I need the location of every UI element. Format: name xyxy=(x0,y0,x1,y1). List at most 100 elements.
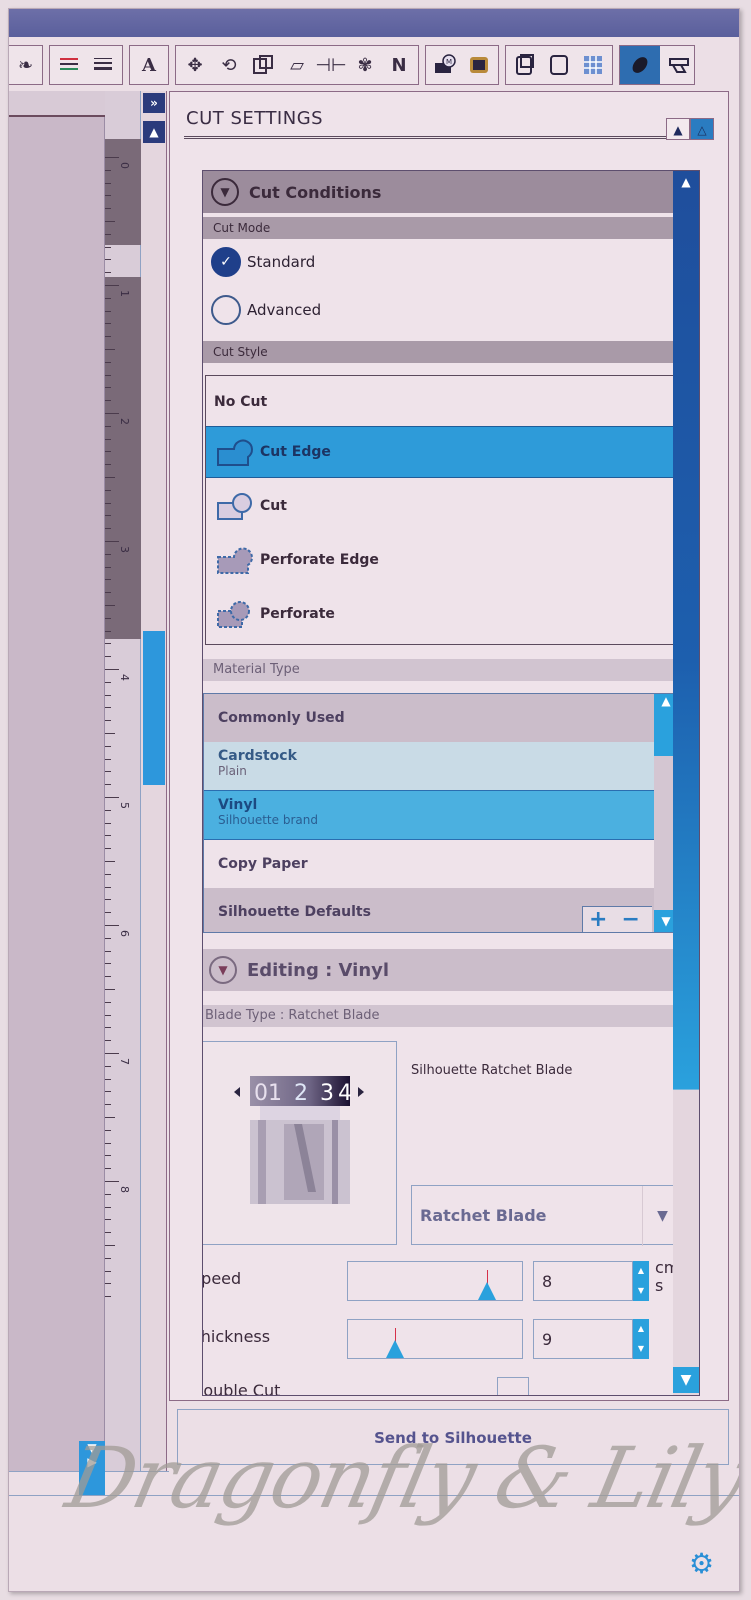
thickness-stepper[interactable]: ▲ ▼ xyxy=(633,1319,649,1359)
canvas-scroll-thumb[interactable] xyxy=(143,631,165,785)
editing-title: Editing : Vinyl xyxy=(247,959,390,981)
modify-icon[interactable] xyxy=(248,50,278,80)
store-icon[interactable] xyxy=(464,50,494,80)
replicate-icon[interactable]: ✥ xyxy=(180,50,210,80)
blade-type-dropdown[interactable]: Ratchet Blade ▼ xyxy=(411,1185,691,1246)
offset-icon[interactable]: ▱ xyxy=(282,50,312,80)
editing-header[interactable]: ▼ Editing : Vinyl xyxy=(203,949,685,991)
thickness-slider[interactable] xyxy=(347,1319,523,1359)
ruler-tick xyxy=(105,1270,111,1272)
ruler-tick xyxy=(105,336,111,338)
material-type-label: Material Type xyxy=(203,659,675,681)
page-setup-icon[interactable] xyxy=(510,50,540,80)
ruler-tick xyxy=(105,528,111,530)
registration-icon[interactable] xyxy=(544,50,574,80)
radio-advanced[interactable]: Advanced xyxy=(211,295,321,325)
ruler-tick xyxy=(105,413,119,414)
ruler-number: 5 xyxy=(118,802,131,809)
perforate-edge-icon xyxy=(217,547,253,574)
send-to-silhouette-button[interactable]: Send to Silhouette xyxy=(177,1409,729,1465)
cut-style-cut[interactable]: Cut xyxy=(206,480,680,532)
ruler-tick xyxy=(105,541,119,542)
ruler-tick xyxy=(105,374,111,376)
rotate-icon[interactable]: ⟲ xyxy=(214,50,244,80)
ruler-tick xyxy=(105,707,111,709)
gear-icon[interactable]: ⚙ xyxy=(689,1549,719,1579)
ruler-number: 6 xyxy=(118,930,131,937)
ruler-tick xyxy=(105,822,111,824)
toolbar-group-text: A xyxy=(129,45,169,85)
expand-panel-button[interactable]: » xyxy=(143,93,165,113)
ruler-tick xyxy=(105,1168,111,1170)
ruler-tick xyxy=(105,1193,111,1195)
canvas-scroll-up-button[interactable]: ▲ xyxy=(143,121,165,143)
material-list: Commonly Used Cardstock Plain Vinyl Silh… xyxy=(203,693,679,933)
cut-style-cut-edge[interactable]: Cut Edge xyxy=(206,426,680,478)
speed-input[interactable]: 8 xyxy=(533,1261,633,1301)
material-item-cardstock[interactable]: Cardstock Plain xyxy=(204,742,654,790)
scroll-down-icon[interactable]: ▼ xyxy=(673,1367,699,1393)
speed-slider-handle[interactable] xyxy=(478,1282,496,1300)
thickness-slider-handle[interactable] xyxy=(386,1340,404,1358)
canvas-corner-button[interactable]: ▼ ▶ xyxy=(79,1441,105,1495)
double-cut-checkbox[interactable] xyxy=(497,1377,529,1395)
cut-conditions-header[interactable]: ▼ Cut Conditions xyxy=(203,171,675,213)
thickness-input[interactable]: 9 xyxy=(533,1319,633,1359)
material-group-commonly-used[interactable]: Commonly Used xyxy=(204,694,654,742)
cut-edge-icon xyxy=(217,439,253,466)
media-icon[interactable]: M xyxy=(430,50,460,80)
collapse-triangle-icon: ▼ xyxy=(211,178,239,206)
ruler-tick xyxy=(105,285,119,286)
ruler-tick xyxy=(105,272,111,274)
ruler-tick xyxy=(105,669,119,670)
material-sub-label: Silhouette brand xyxy=(218,813,318,827)
speed-slider[interactable] xyxy=(347,1261,523,1301)
cut-style-perforate-edge[interactable]: Perforate Edge xyxy=(206,534,680,586)
ruler-tick xyxy=(105,733,115,734)
ruler-tick xyxy=(105,617,111,619)
blade-name: Silhouette Ratchet Blade xyxy=(411,1063,573,1078)
knife-icon[interactable]: N xyxy=(384,50,414,80)
add-material-button[interactable]: + xyxy=(589,907,607,932)
collapse-all-icon[interactable]: △ xyxy=(690,118,714,140)
ruler-tick xyxy=(105,1155,111,1157)
speed-label: Speed xyxy=(202,1269,242,1288)
toolbar: ❧ A ✥ ⟲ ▱ ⊣⊢ ✾ N M xyxy=(9,45,739,87)
design-canvas[interactable] xyxy=(9,91,105,1471)
collapse-up-icon[interactable]: ▲ xyxy=(666,118,690,140)
scroll-up-icon[interactable]: ▲ xyxy=(677,175,695,191)
speed-stepper[interactable]: ▲ ▼ xyxy=(633,1261,649,1301)
toolbar-group-media: M xyxy=(425,45,499,85)
ruler-tick xyxy=(105,208,111,210)
trace-icon[interactable]: ✾ xyxy=(350,50,380,80)
status-divider xyxy=(9,1495,739,1496)
cut-style-no-cut[interactable]: No Cut xyxy=(206,376,680,428)
canvas-scrollbar[interactable] xyxy=(141,91,167,1471)
text-icon[interactable]: A xyxy=(134,50,164,80)
ruler-tick xyxy=(105,1219,111,1221)
remove-material-button[interactable]: − xyxy=(621,907,639,932)
material-item-vinyl[interactable]: Vinyl Silhouette brand xyxy=(204,790,654,840)
align-icon[interactable]: ⊣⊢ xyxy=(315,50,346,80)
ruler-tick xyxy=(105,1296,111,1298)
send-icon[interactable] xyxy=(664,50,694,80)
settings-scrollbar[interactable]: ▲ ▼ xyxy=(673,171,699,1395)
material-item-copy-paper[interactable]: Copy Paper xyxy=(204,840,654,888)
toolbar-group-1: ❧ xyxy=(9,45,43,85)
ruler-tick xyxy=(105,233,111,235)
ruler-tick xyxy=(105,1283,111,1285)
grid-icon[interactable] xyxy=(578,50,608,80)
svg-text:2: 2 xyxy=(294,1081,308,1106)
style-label: No Cut xyxy=(214,394,268,410)
toolbar-group-modify: ✥ ⟲ ▱ ⊣⊢ ✾ N xyxy=(175,45,419,85)
ruler-tick xyxy=(105,720,111,722)
ratchet-blade-icon[interactable]: 0 1 2 3 4 xyxy=(202,1042,398,1246)
ruler-tick xyxy=(105,323,111,325)
ruler-tick xyxy=(105,464,111,466)
cut-style-perforate[interactable]: Perforate xyxy=(206,588,680,640)
partial-icon[interactable]: ❧ xyxy=(13,50,38,80)
line-style-icon[interactable] xyxy=(88,50,118,80)
cut-settings-icon[interactable] xyxy=(620,46,660,84)
line-color-icon[interactable] xyxy=(54,50,84,80)
radio-standard[interactable]: ✓ Standard xyxy=(211,247,315,277)
